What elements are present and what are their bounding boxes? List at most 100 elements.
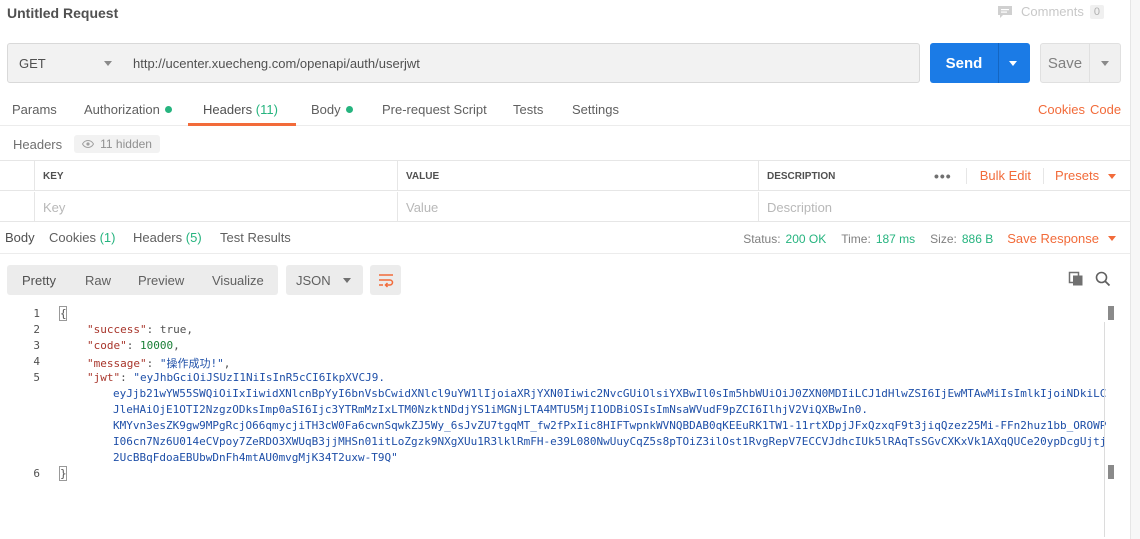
line-number: 1 <box>33 307 40 320</box>
tab-response-body[interactable]: Body <box>5 230 35 245</box>
language-value: JSON <box>296 272 331 288</box>
tab-response-cookies-label: Cookies <box>49 230 96 245</box>
search-icon[interactable] <box>1095 271 1111 287</box>
editor-scroll-marker[interactable] <box>1108 465 1114 479</box>
active-tab-indicator <box>188 123 296 126</box>
presets-dropdown[interactable]: Presets <box>1043 168 1117 184</box>
title-bar: Untitled Request Comments 0 <box>0 0 1140 28</box>
editor-scrollbar-track <box>1104 322 1105 537</box>
format-toolbar: Pretty Raw Preview Visualize JSON <box>7 265 1122 295</box>
window-scrollbar[interactable] <box>1130 0 1140 539</box>
json-key: "message" <box>87 357 147 370</box>
comment-icon <box>998 5 1013 18</box>
table-header-row: KEY VALUE DESCRIPTION ••• Bulk Edit Pres… <box>0 161 1130 191</box>
url-input[interactable]: http://ucenter.xuecheng.com/openapi/auth… <box>123 43 920 83</box>
send-button[interactable]: Send <box>930 43 1030 83</box>
json-value: "操作成功!" <box>159 357 224 370</box>
code-line: "jwt": "eyJhbGciOiJSUzI1NiIsInR5cCI6IkpX… <box>87 371 386 384</box>
editor-scroll-marker[interactable] <box>1108 306 1114 320</box>
tab-authorization[interactable]: Authorization <box>84 102 172 117</box>
hidden-headers-toggle[interactable]: 11 hidden <box>74 135 160 153</box>
code-line: eyJjb21wYW55SWQiOiIxIiwidXNlcnBpYyI6bnVs… <box>113 387 1107 400</box>
language-select[interactable]: JSON <box>286 265 363 295</box>
line-number: 5 <box>33 371 40 384</box>
chevron-down-icon <box>1108 236 1116 241</box>
tab-response-headers-count: (5) <box>185 230 202 245</box>
status-dot-icon <box>345 106 353 113</box>
line-number: 3 <box>33 339 40 352</box>
comments-button[interactable]: Comments 0 <box>997 4 1104 19</box>
status-dot-icon <box>164 106 172 113</box>
code-link[interactable]: Code <box>1090 102 1121 117</box>
response-status: Status: 200 OK Time: 187 ms Size: 886 B … <box>743 231 1116 246</box>
send-label: Send <box>945 54 983 72</box>
size-value[interactable]: 886 B <box>962 232 993 246</box>
chevron-down-icon <box>343 278 351 283</box>
save-response-dropdown[interactable]: Save Response <box>1007 231 1116 246</box>
code-line: } <box>60 467 67 480</box>
cookies-link[interactable]: Cookies <box>1038 102 1085 117</box>
value-input[interactable]: Value <box>397 192 759 222</box>
mode-preview[interactable]: Preview <box>138 273 184 288</box>
chevron-down-icon <box>104 61 112 66</box>
save-label: Save <box>1047 54 1083 72</box>
json-key: "jwt" <box>87 371 121 384</box>
chevron-down-icon <box>1108 173 1117 179</box>
tab-pre-request-script[interactable]: Pre-request Script <box>382 102 487 117</box>
response-body-code[interactable]: 1 2 3 4 5 6 { "success": true, "code": 1… <box>0 305 1120 495</box>
line-number: 2 <box>33 323 40 336</box>
headers-subheader: Headers 11 hidden <box>13 134 160 154</box>
send-divider <box>998 43 999 83</box>
tab-body[interactable]: Body <box>311 102 353 117</box>
mode-visualize[interactable]: Visualize <box>212 273 264 288</box>
status-value[interactable]: 200 OK <box>786 232 827 246</box>
response-tabs: Body Cookies (1) Headers (5) Test Result… <box>0 222 1130 254</box>
mode-raw[interactable]: Raw <box>85 273 111 288</box>
headers-table: KEY VALUE DESCRIPTION ••• Bulk Edit Pres… <box>0 160 1130 222</box>
tab-headers-label: Headers <box>203 102 253 117</box>
code-line: { <box>60 307 67 320</box>
column-key: KEY <box>34 161 398 191</box>
wrap-lines-icon <box>378 274 393 288</box>
time-value[interactable]: 187 ms <box>876 232 915 246</box>
code-line: "code": 10000, <box>87 339 180 352</box>
bulk-edit-link[interactable]: Bulk Edit <box>965 168 1031 184</box>
request-bar: GET http://ucenter.xuecheng.com/openapi/… <box>7 43 1121 83</box>
view-mode-segment: Pretty Raw Preview Visualize <box>7 265 278 295</box>
more-options-icon[interactable]: ••• <box>934 168 952 184</box>
send-options-chevron-icon[interactable] <box>1009 61 1017 66</box>
save-divider <box>1089 44 1090 82</box>
size-label: Size: <box>930 231 957 246</box>
save-options-chevron-icon[interactable] <box>1101 61 1109 66</box>
tab-params[interactable]: Params <box>12 102 57 117</box>
code-line: I06cn7Nz6U014eCVpoy7ZeRDO3XWUqB3jjMHSn01… <box>113 435 1107 448</box>
line-number: 6 <box>33 467 40 480</box>
wrap-lines-button[interactable] <box>370 265 401 295</box>
eye-icon <box>82 140 95 148</box>
column-description: DESCRIPTION <box>758 161 934 191</box>
tab-headers-count: (11) <box>255 102 278 117</box>
request-title[interactable]: Untitled Request <box>7 5 118 21</box>
json-key: "success" <box>87 323 147 336</box>
tab-response-cookies[interactable]: Cookies (1) <box>49 230 115 245</box>
time-label: Time: <box>841 231 871 246</box>
comments-label: Comments <box>1021 4 1084 19</box>
headers-label: Headers <box>13 136 63 152</box>
tab-test-results[interactable]: Test Results <box>220 230 291 245</box>
tab-tests[interactable]: Tests <box>513 102 543 117</box>
tab-authorization-label: Authorization <box>84 102 160 117</box>
comments-count: 0 <box>1089 4 1104 19</box>
mode-pretty[interactable]: Pretty <box>22 273 56 288</box>
code-line: JleHAiOjE1OTI2NzgzODksImp0aSI6Ijc3YTRmMz… <box>113 403 868 416</box>
tab-settings[interactable]: Settings <box>572 102 619 117</box>
table-row: Key Value Description <box>0 192 1130 222</box>
key-input[interactable]: Key <box>34 192 398 222</box>
status-label: Status: <box>743 231 781 246</box>
tab-headers[interactable]: Headers (11) <box>203 102 278 117</box>
description-input[interactable]: Description <box>758 192 1130 222</box>
tab-response-headers[interactable]: Headers (5) <box>133 230 202 245</box>
save-button[interactable]: Save <box>1040 43 1121 83</box>
copy-icon[interactable] <box>1068 271 1084 287</box>
method-select[interactable]: GET <box>7 43 124 83</box>
hidden-headers-count: 11 hidden <box>100 137 152 151</box>
